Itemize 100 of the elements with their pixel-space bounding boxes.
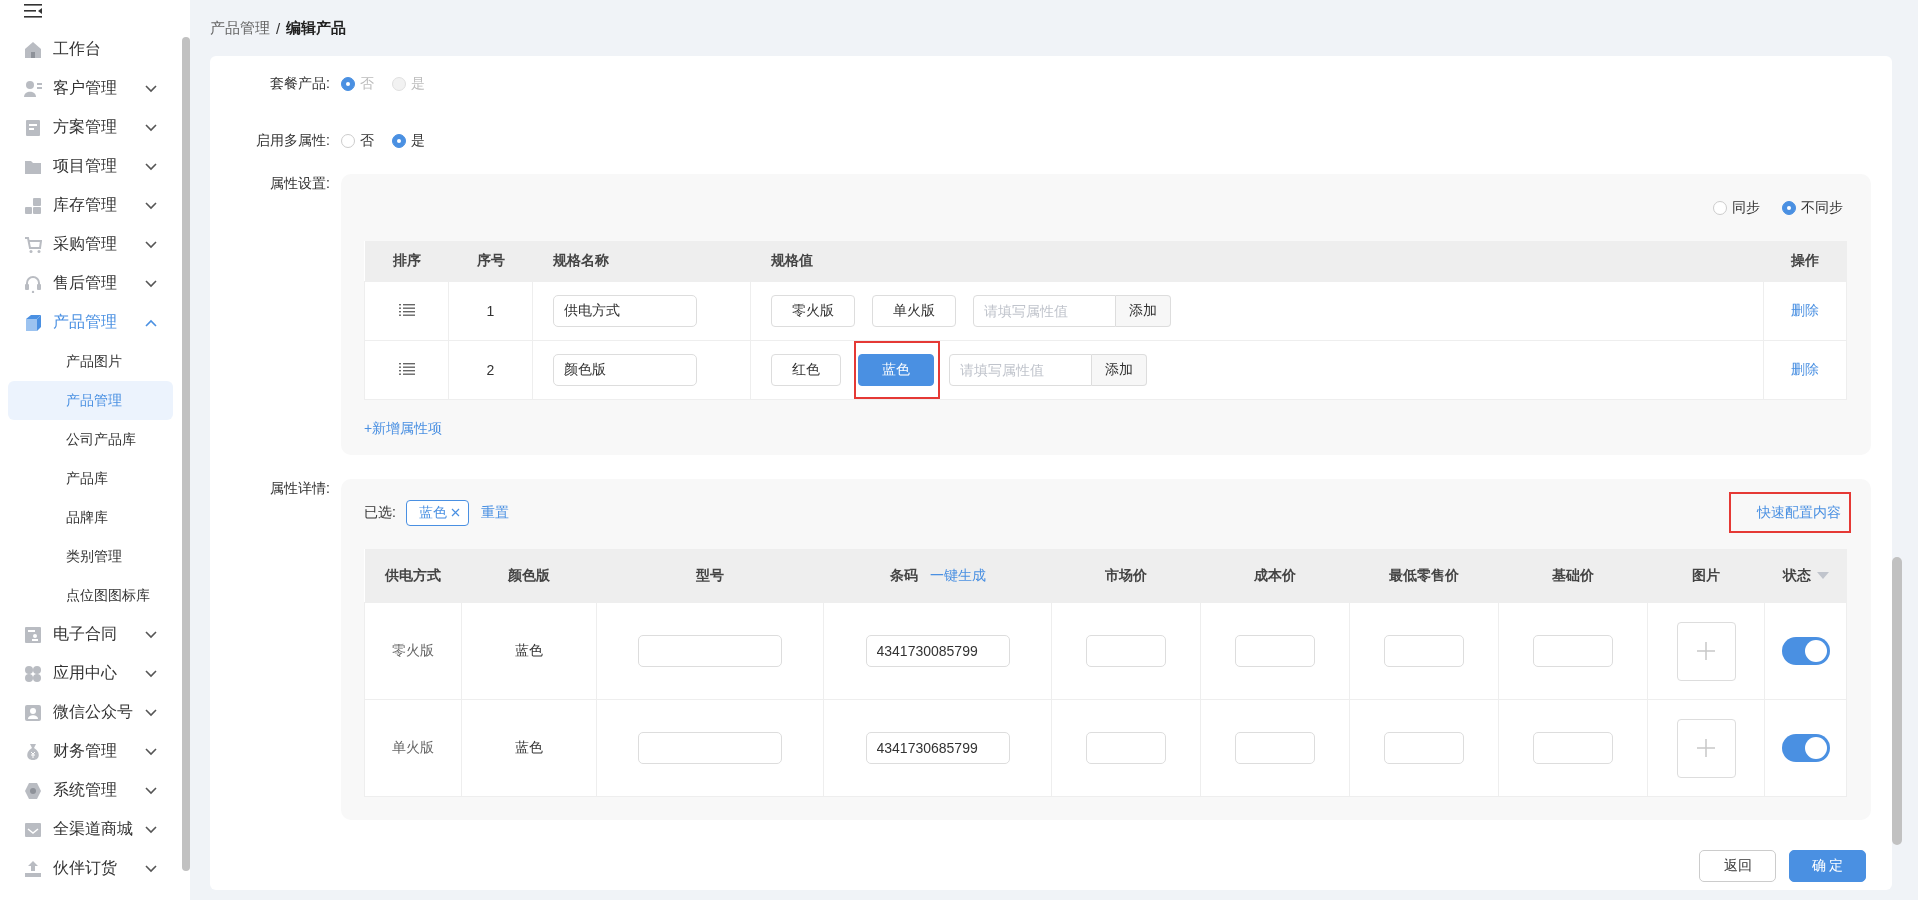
menu-item[interactable]: 伙伴订货 xyxy=(0,849,181,888)
column-header: 成本价 xyxy=(1254,566,1296,585)
menu-item[interactable]: 微信公众号 xyxy=(0,693,181,732)
radio-option[interactable]: 同步 xyxy=(1713,198,1760,217)
price-field[interactable] xyxy=(1384,732,1464,764)
table-cell: 单火版 xyxy=(364,699,462,797)
field-label: 套餐产品: xyxy=(269,75,330,93)
price-field[interactable] xyxy=(1533,635,1613,667)
text-field[interactable] xyxy=(638,732,782,764)
radio-option[interactable]: 否 xyxy=(341,132,374,150)
submenu-item[interactable]: 产品图片 xyxy=(8,342,173,381)
column-header: 型号 xyxy=(696,566,724,585)
column-header: 规格值 xyxy=(750,241,1764,282)
column-header: 最低零售价 xyxy=(1389,566,1459,585)
column-header: 图片 xyxy=(1692,566,1720,585)
envelope-icon xyxy=(24,820,42,839)
column-header: 颜色版 xyxy=(508,566,550,585)
scrollbar-thumb[interactable] xyxy=(182,37,190,871)
text-field[interactable]: 供电方式 xyxy=(553,295,697,327)
scrollbar-thumb[interactable] xyxy=(1892,557,1902,845)
radio-option[interactable]: 是 xyxy=(392,132,425,150)
field-label: 属性详情: xyxy=(269,479,330,498)
toggle-switch[interactable] xyxy=(1781,734,1830,762)
table-cell: 2 xyxy=(448,340,533,400)
table-cell: 蓝色 xyxy=(461,699,597,797)
column-header: 排序 xyxy=(364,241,449,282)
image-upload[interactable] xyxy=(1676,621,1736,681)
value-button[interactable]: 单火版 xyxy=(872,295,956,327)
value-input[interactable]: 请填写属性值 xyxy=(949,354,1092,386)
contact-card-icon xyxy=(24,79,42,98)
value-button[interactable]: 零火版 xyxy=(771,295,855,327)
add-button[interactable]: 添加 xyxy=(1092,354,1147,386)
menu-item[interactable]: 电子合同 xyxy=(0,615,181,654)
submenu-item[interactable]: 品牌库 xyxy=(8,498,173,537)
value-button[interactable]: 红色 xyxy=(771,354,841,386)
add-button[interactable]: 添加 xyxy=(1116,295,1171,327)
column-header: 市场价 xyxy=(1105,566,1147,585)
menu-item[interactable]: 系统管理 xyxy=(0,771,181,810)
menu-item[interactable]: 全渠道商城 xyxy=(0,810,181,849)
text-field[interactable]: 颜色版 xyxy=(553,354,697,386)
table-cell: 零火版 xyxy=(364,602,462,700)
delete-link[interactable]: 删除 xyxy=(1791,302,1819,318)
blocks-icon xyxy=(24,196,42,215)
delete-link[interactable]: 删除 xyxy=(1791,361,1819,377)
cart-icon xyxy=(24,235,42,254)
column-header: 操作 xyxy=(1763,241,1847,282)
price-field[interactable] xyxy=(1235,732,1315,764)
price-field[interactable] xyxy=(1086,732,1166,764)
menu-item[interactable]: 财务管理 xyxy=(0,732,181,771)
menu-item[interactable]: 采购管理 xyxy=(0,225,181,264)
apps-icon xyxy=(24,664,42,683)
submenu-item[interactable]: 类别管理 xyxy=(8,537,173,576)
image-upload[interactable] xyxy=(1676,718,1736,778)
value-input[interactable]: 请填写属性值 xyxy=(973,295,1116,327)
field-label: 属性设置: xyxy=(269,174,330,193)
plus-icon xyxy=(1697,739,1715,757)
drag-handle-icon xyxy=(398,363,415,375)
home-icon xyxy=(24,40,42,59)
menu-item[interactable]: 方案管理 xyxy=(0,108,181,147)
price-field[interactable] xyxy=(1533,732,1613,764)
menu-item[interactable]: 工作台 xyxy=(0,30,181,69)
breadcrumb-link[interactable]: 产品管理 xyxy=(210,18,270,38)
selected-tag[interactable]: 蓝色 xyxy=(405,499,469,526)
selected-label: 已选: xyxy=(364,503,396,522)
menu-collapse-icon xyxy=(24,4,42,18)
hexagon-icon xyxy=(24,781,42,800)
submenu-item[interactable]: 公司产品库 xyxy=(8,420,173,459)
column-header: 条码 xyxy=(889,566,918,585)
submenu-item[interactable]: 点位图图标库 xyxy=(8,576,173,615)
column-header: 供电方式 xyxy=(385,566,441,585)
text-field[interactable] xyxy=(638,635,782,667)
price-field[interactable] xyxy=(1086,635,1166,667)
radio-option[interactable]: 不同步 xyxy=(1782,198,1843,217)
column-header: 状态 xyxy=(1782,566,1811,585)
breadcrumb-separator: / xyxy=(276,19,281,37)
headset-icon xyxy=(24,274,42,293)
price-field[interactable] xyxy=(1384,635,1464,667)
toggle-switch[interactable] xyxy=(1781,637,1830,665)
menu-item[interactable]: 库存管理 xyxy=(0,186,181,225)
back-button[interactable]: 返回 xyxy=(1699,850,1776,882)
document-icon xyxy=(24,118,42,137)
field-label: 启用多属性: xyxy=(255,132,330,150)
breadcrumb-current: 编辑产品 xyxy=(286,18,347,38)
column-header: 规格名称 xyxy=(532,241,751,282)
cube-icon xyxy=(24,313,42,332)
upload-icon xyxy=(24,859,42,878)
submenu-item[interactable]: 产品库 xyxy=(8,459,173,498)
barcode-field[interactable]: 4341730085799 xyxy=(865,635,1010,667)
column-header: 基础价 xyxy=(1552,566,1594,585)
person-icon xyxy=(24,703,42,722)
menu-item[interactable]: 客户管理 xyxy=(0,69,181,108)
menu-item[interactable]: 应用中心 xyxy=(0,654,181,693)
contract-icon xyxy=(24,625,42,644)
price-field[interactable] xyxy=(1235,635,1315,667)
barcode-field[interactable]: 4341730685799 xyxy=(865,732,1010,764)
drag-handle-icon xyxy=(398,304,415,316)
menu-item[interactable]: 项目管理 xyxy=(0,147,181,186)
plus-icon xyxy=(1697,642,1715,660)
money-bag-icon xyxy=(24,742,42,761)
menu-item[interactable]: 售后管理 xyxy=(0,264,181,303)
